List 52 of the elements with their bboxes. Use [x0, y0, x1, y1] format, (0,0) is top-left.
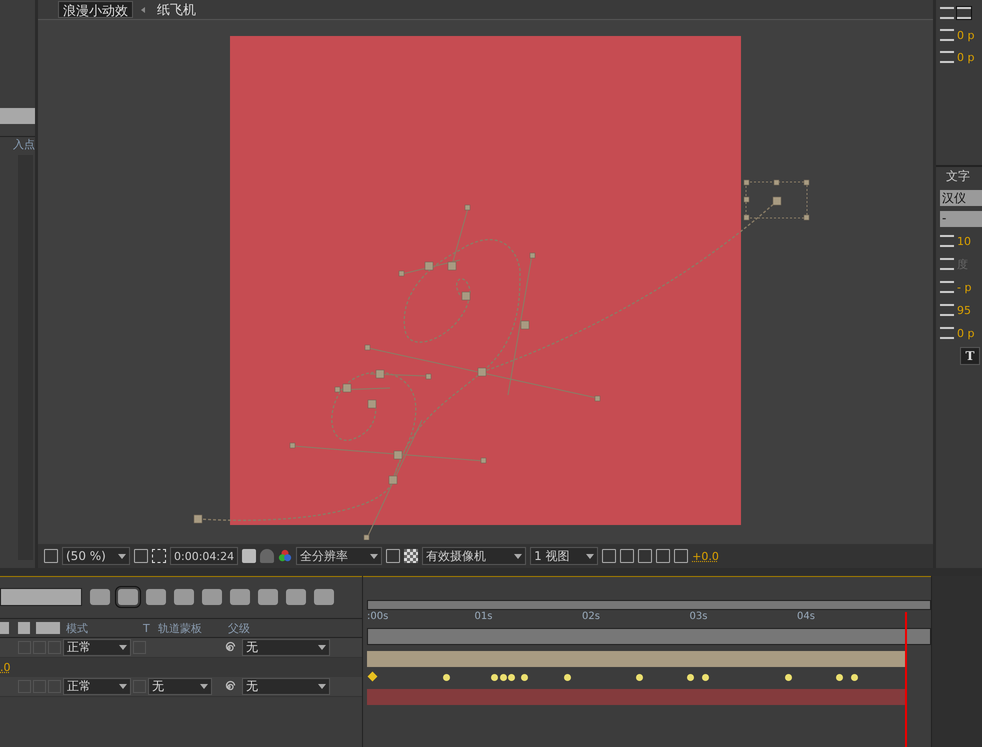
leading-value[interactable]: - p	[957, 280, 972, 294]
indent-value[interactable]: 0 p	[957, 28, 974, 42]
time-label: :00s	[367, 611, 388, 622]
exposure-value[interactable]: +0.0	[692, 550, 719, 562]
keyframe-icon[interactable]	[443, 674, 450, 681]
zoom-dropdown[interactable]: (50 %)	[62, 547, 130, 565]
keyframe-icon[interactable]	[368, 672, 378, 682]
color-channels-icon[interactable]	[278, 549, 292, 563]
parent-dropdown[interactable]: 无	[242, 639, 330, 656]
timecode-field[interactable]: 0:00:04:24	[170, 547, 238, 565]
keyframe-icon[interactable]	[687, 674, 694, 681]
time-navigator[interactable]	[367, 628, 931, 645]
column-header: T	[143, 622, 151, 634]
keyframe-icon[interactable]	[785, 674, 792, 681]
font-size-value[interactable]: 10	[957, 234, 971, 248]
camera-dropdown[interactable]: 有效摄像机	[422, 547, 526, 565]
track-matte-dropdown[interactable]: 无	[148, 678, 212, 695]
work-area-bar[interactable]	[367, 600, 931, 610]
resolution-dropdown[interactable]: 全分辨率	[296, 547, 382, 565]
column-header: 父级	[228, 620, 251, 636]
composition-tab[interactable]: 纸飞机	[153, 1, 200, 18]
region-icon[interactable]	[152, 549, 166, 563]
panel-tab[interactable]: 文字	[946, 168, 970, 184]
property-value[interactable]: .0	[0, 661, 10, 674]
composition-tab[interactable]: 浪漫小动效	[58, 1, 133, 18]
time-label: 03s	[690, 611, 708, 622]
column-header: 轨道蒙板	[158, 620, 203, 636]
column-header: 入点	[13, 137, 35, 153]
layer-bar[interactable]	[367, 650, 907, 666]
vertical-scale-value[interactable]: 95	[957, 304, 971, 316]
baseline-shift-value[interactable]: 0 p	[957, 326, 974, 340]
time-label: 04s	[797, 611, 815, 622]
keyframe-icon[interactable]	[836, 674, 843, 681]
faux-bold-button[interactable]: T	[960, 347, 980, 365]
font-family-field[interactable]: 汉仪	[940, 190, 982, 206]
keyframe-icon[interactable]	[564, 674, 571, 681]
keyframe-icon[interactable]	[851, 674, 858, 681]
mode-dropdown[interactable]: 正常	[63, 678, 131, 695]
parent-dropdown[interactable]: 无	[242, 678, 330, 695]
keyframe-icon[interactable]	[702, 674, 709, 681]
view-layout-dropdown[interactable]: 1 视图	[530, 547, 598, 565]
mode-dropdown[interactable]: 正常	[63, 639, 131, 656]
time-label: 02s	[582, 611, 600, 622]
keyframe-icon[interactable]	[636, 674, 643, 681]
transparency-grid-icon[interactable]	[404, 549, 418, 563]
column-header: 模式	[65, 620, 89, 636]
time-label: 01s	[474, 611, 492, 622]
breadcrumb-arrow-icon	[141, 6, 145, 12]
indent-value[interactable]: 0 p	[957, 50, 974, 64]
search-field[interactable]	[0, 588, 82, 606]
font-style-field[interactable]: -	[940, 211, 982, 227]
search-field[interactable]	[0, 108, 35, 124]
